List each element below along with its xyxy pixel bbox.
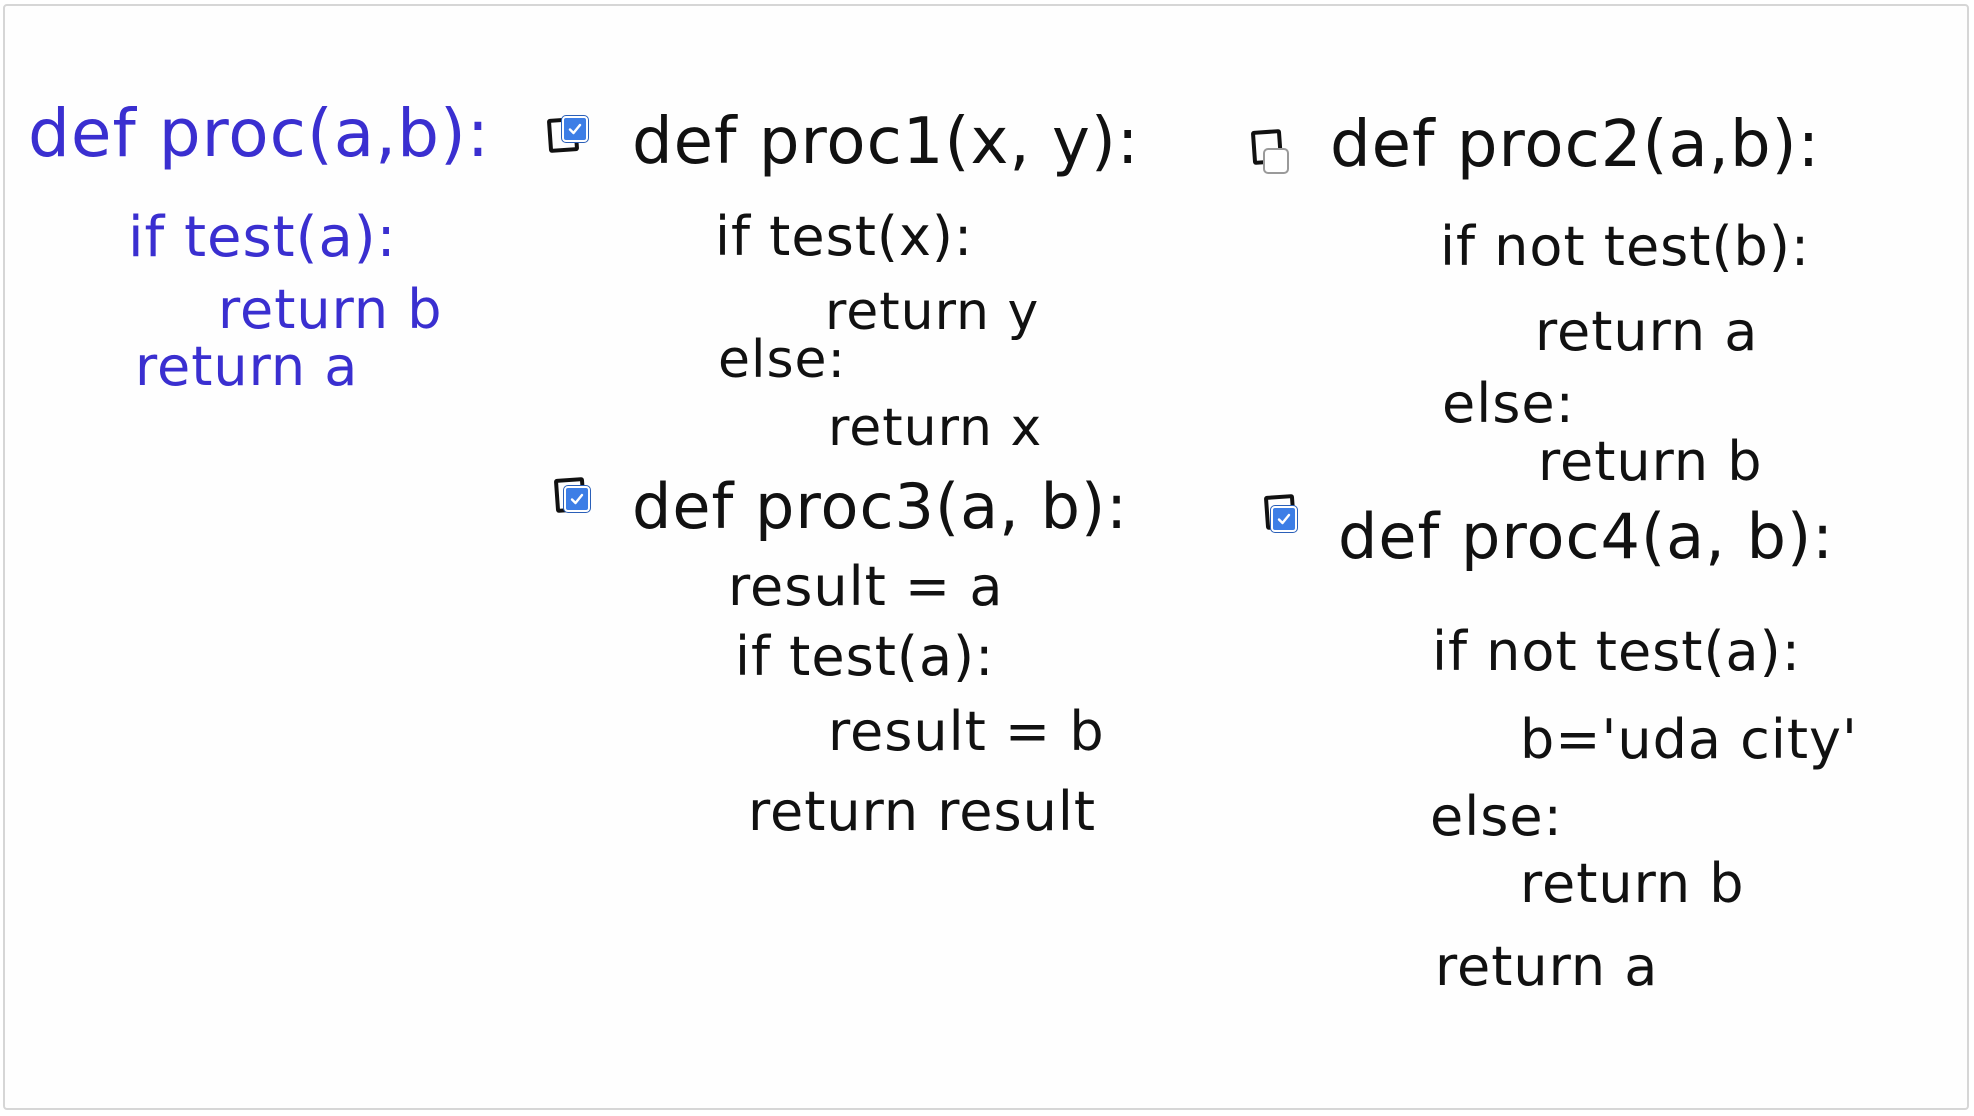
checkmark-icon [570,493,584,505]
proc2-line-return-b: return b [1538,430,1763,493]
reference-line-if: if test(a): [128,205,397,270]
proc4-line-assign: b='uda city' [1520,708,1858,771]
proc3-line-def: def proc3(a, b): [632,470,1129,543]
proc3-line-result-a: result = a [728,555,1004,618]
proc2-line-else: else: [1442,372,1575,435]
checkmark-icon [1277,513,1291,525]
proc1-line-return-y: return y [825,282,1040,342]
proc2-line-def: def proc2(a,b): [1330,108,1821,182]
checkbox-checked-proc4[interactable] [1271,506,1297,532]
proc3-line-if: if test(a): [735,625,995,688]
reference-line-return-a: return a [135,335,359,398]
proc4-line-return-a: return a [1435,935,1659,998]
proc4-line-else: else: [1430,785,1563,848]
checkbox-unchecked-proc2[interactable] [1263,148,1289,174]
proc4-line-if: if not test(a): [1432,620,1801,683]
reference-line-def: def proc(a,b): [28,95,491,172]
checkmark-icon [568,123,582,135]
proc1-line-if: if test(x): [715,205,974,268]
proc3-line-result-b: result = b [828,700,1105,763]
proc1-line-else: else: [718,330,847,390]
proc2-line-return-a: return a [1535,300,1759,363]
checkbox-checked-proc1[interactable] [562,116,588,142]
option-proc4-code: def proc4(a, b): if not test(a): b='uda … [0,0,1857,998]
reference-line-return-b: return b [218,278,443,341]
proc4-line-return-b: return b [1520,852,1745,915]
proc1-line-def: def proc1(x, y): [632,105,1140,179]
proc1-line-return-x: return x [828,398,1043,458]
proc3-line-return-result: return result [748,780,1097,843]
checkbox-checked-proc3[interactable] [564,486,590,512]
proc2-line-if: if not test(b): [1440,215,1811,278]
proc4-line-def: def proc4(a, b): [1338,500,1835,573]
